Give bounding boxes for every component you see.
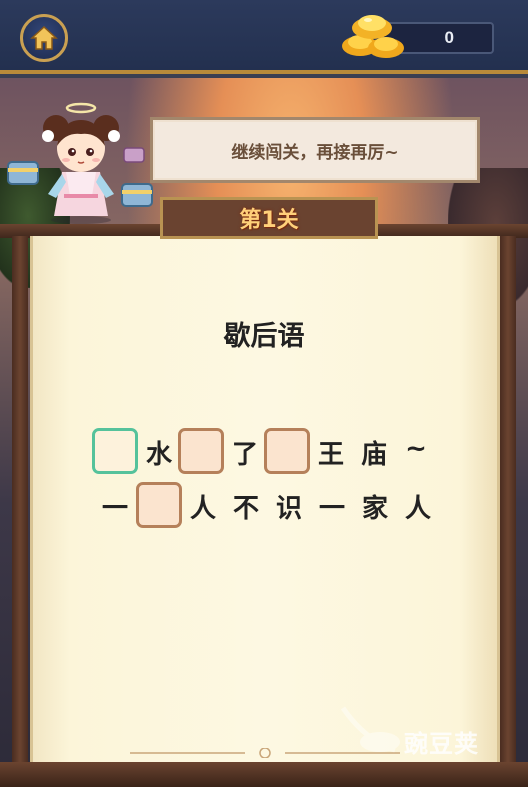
puzzle-char: 家 <box>361 494 388 524</box>
answer-cell[interactable] <box>136 482 182 528</box>
puzzle-category: 歇后语 <box>223 321 305 352</box>
answer-cell[interactable] <box>178 428 224 474</box>
home-icon <box>30 25 58 50</box>
puzzle-char: 庙 <box>360 440 387 470</box>
coin-count: 0 <box>444 28 454 47</box>
puzzle-char: 人 <box>404 494 431 524</box>
character-avatar <box>7 102 153 224</box>
hint-dialog: 继续闯关，再接再厉~ <box>150 117 480 183</box>
home-button[interactable] <box>20 14 68 62</box>
watermark-text: 豌豆荚 <box>404 730 479 758</box>
puzzle-char: 王 <box>317 440 344 470</box>
puzzle-char: 一 <box>318 494 345 524</box>
hint-text: 继续闯关，再接再厉~ <box>231 142 399 163</box>
puzzle-char: 不 <box>232 494 259 524</box>
puzzle-char: 水 <box>145 440 172 470</box>
board-frame-bottom <box>0 762 528 787</box>
answer-cell[interactable] <box>264 428 310 474</box>
answer-cell[interactable] <box>92 428 138 474</box>
puzzle-char: 了 <box>231 440 258 470</box>
top-bar: 0 <box>0 0 528 74</box>
level-label: 第1关 <box>239 208 299 233</box>
level-badge: 第1关 <box>160 197 378 239</box>
puzzle-char: 识 <box>275 494 302 524</box>
puzzle-char: ~ <box>405 434 427 464</box>
puzzle-char: 一 <box>101 494 128 524</box>
puzzle-char: 人 <box>189 494 216 524</box>
gold-ingot-icon <box>342 15 404 58</box>
